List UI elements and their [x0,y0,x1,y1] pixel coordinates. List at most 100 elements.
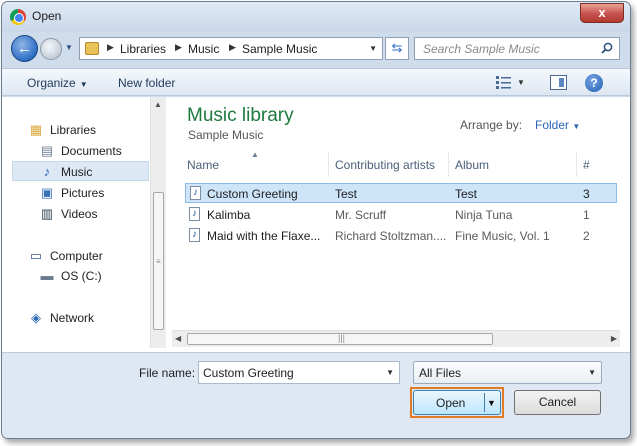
library-title: Music library [187,105,294,126]
title-bar: Open x [2,2,630,32]
file-type-value: All Files [419,366,462,380]
chrome-icon [10,9,26,25]
sidebar-item-pictures[interactable]: ▣ Pictures [39,183,146,203]
file-name: Kalimba [207,208,251,222]
chevron-down-icon[interactable]: ▼ [386,368,394,377]
dialog-footer: File name: ▼ All Files ▼ Open ▼ Cancel [2,352,630,438]
sidebar-item-music[interactable]: ♪ Music [12,161,149,181]
navigation-scrollbar[interactable]: ▲ ≡ [150,97,166,348]
search-icon[interactable] [601,42,613,54]
file-track-number: 2 [583,229,590,243]
music-note-icon: ♪ [43,164,51,179]
arrange-by-value: Folder [535,118,570,132]
file-album: Fine Music, Vol. 1 [455,229,550,243]
sidebar-item-label: Pictures [61,186,105,200]
sidebar-item-label: Computer [50,249,103,263]
breadcrumb-separator-icon[interactable]: ▶ [229,42,236,53]
pictures-icon: ▣ [40,185,54,200]
scroll-right-icon[interactable]: ▶ [611,334,617,343]
organize-button[interactable]: Organize ▼ [27,76,88,90]
file-artist: Test [335,187,358,201]
scrollbar-thumb[interactable]: ≡ [153,192,164,330]
table-row[interactable]: ♪ Maid with the Flaxe... Richard Stoltzm… [185,226,617,246]
file-name-field[interactable] [199,362,379,383]
arrange-by-dropdown[interactable]: Folder ▼ [535,118,580,132]
videos-icon: ▥ [40,206,54,221]
chevron-down-icon: ▼ [79,80,88,89]
open-options-dropdown-icon[interactable]: ▼ [487,398,496,408]
file-name: Maid with the Flaxe... [207,229,321,243]
back-arrow-icon: ← [17,40,32,57]
column-header-album[interactable]: Album [449,152,577,177]
open-button[interactable]: Open ▼ [413,390,501,415]
content-area: ▦ Libraries ▤ Documents ♪ Music ▣ Pictur… [2,97,630,352]
back-button[interactable]: ← [11,35,38,62]
audio-file-icon: ♪ [189,207,200,221]
help-icon[interactable]: ? [585,74,603,92]
cancel-button[interactable]: Cancel [514,390,601,415]
file-artist: Richard Stoltzman.... [335,229,447,243]
window-title: Open [32,9,62,23]
breadcrumb-separator-icon[interactable]: ▶ [107,42,114,53]
view-dropdown-icon[interactable]: ▼ [517,78,525,87]
refresh-icon: ⇆ [391,40,403,55]
scroll-grip-icon: ≡ [156,257,161,266]
address-dropdown-icon[interactable]: ▼ [369,44,377,53]
new-folder-button[interactable]: New folder [118,76,175,90]
command-bar: Organize ▼ New folder ▼ ? [2,68,630,96]
scroll-up-icon[interactable]: ▲ [154,100,162,109]
file-list-pane: Music library Sample Music Arrange by: F… [169,97,620,348]
scroll-left-icon[interactable]: ◀ [175,334,181,343]
sidebar-item-label: Music [61,165,93,179]
file-artist: Mr. Scruff [335,208,387,222]
documents-icon: ▤ [40,143,54,158]
column-header-name[interactable]: Name [181,152,329,177]
file-name: Custom Greeting [207,187,298,201]
column-header-contributing-artists[interactable]: Contributing artists [329,152,449,177]
address-bar[interactable]: ▶ Libraries ▶ Music ▶ Sample Music ▼ [79,37,383,60]
close-button[interactable]: x [580,3,624,23]
breadcrumb-libraries[interactable]: Libraries [120,42,166,56]
chevron-down-icon: ▼ [588,368,596,377]
view-options-icon[interactable] [495,75,513,90]
navigation-bar: ← → ▼ ▶ Libraries ▶ Music ▶ Sample Music… [2,32,630,66]
open-dialog: Open x ← → ▼ ▶ Libraries ▶ Music ▶ Sampl… [1,1,631,439]
sidebar-item-libraries[interactable]: ▦ Libraries [28,120,146,140]
folder-icon [85,42,99,55]
sidebar-item-videos[interactable]: ▥ Videos [39,204,146,224]
scrollbar-thumb[interactable]: ||| [187,333,493,345]
network-icon: ◈ [31,310,41,325]
preview-pane-icon[interactable] [550,75,567,90]
sidebar-item-label: Network [50,311,95,325]
history-dropdown-icon[interactable]: ▼ [65,43,73,52]
table-row[interactable]: ♪ Kalimba Mr. Scruff Ninja Tuna 1 [185,205,617,225]
split-divider [484,393,485,412]
sidebar-item-label: OS (C:) [61,269,102,283]
search-box[interactable] [414,37,620,60]
column-header-track-number[interactable]: # [577,152,617,177]
breadcrumb-sample-music[interactable]: Sample Music [242,42,317,56]
open-button-label: Open [436,396,466,410]
search-input[interactable] [415,38,595,59]
arrange-by-label: Arrange by: [460,118,523,132]
navigation-pane: ▦ Libraries ▤ Documents ♪ Music ▣ Pictur… [2,97,166,348]
audio-file-icon: ♪ [190,186,201,200]
audio-file-icon: ♪ [189,228,200,242]
refresh-button[interactable]: ⇆ [385,37,409,60]
file-name-label: File name: [139,366,196,380]
sidebar-item-network[interactable]: ◈ Network [28,308,146,328]
file-name-combobox[interactable]: ▼ [198,361,400,384]
breadcrumb-music[interactable]: Music [188,42,219,56]
organize-label: Organize [27,76,76,90]
drive-icon: ▬ [40,268,54,283]
sidebar-item-computer[interactable]: ▭ Computer [28,246,146,266]
file-type-select[interactable]: All Files ▼ [413,361,602,384]
sidebar-item-documents[interactable]: ▤ Documents [39,141,146,161]
table-row[interactable]: ♪ Custom Greeting Test Test 3 [185,183,617,203]
breadcrumb-separator-icon[interactable]: ▶ [175,42,182,53]
file-track-number: 3 [583,187,590,201]
forward-button[interactable]: → [40,38,62,60]
sidebar-item-os-c[interactable]: ▬ OS (C:) [39,266,146,286]
horizontal-scrollbar[interactable]: ◀ ||| ▶ [172,330,620,347]
forward-arrow-icon: → [45,42,57,56]
